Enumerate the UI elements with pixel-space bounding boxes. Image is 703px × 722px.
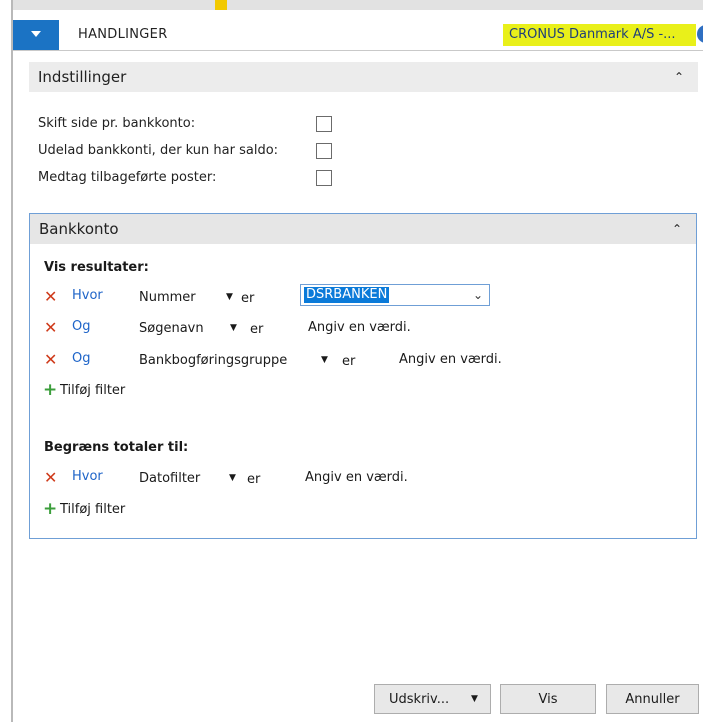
help-icon[interactable]: ? bbox=[697, 25, 703, 43]
filter-keyword[interactable]: Og bbox=[72, 351, 90, 366]
bank-account-section: Bankkonto ⌃ Vis resultater: ✕ Hvor Numme… bbox=[29, 213, 697, 539]
filter-value-text[interactable]: DSRBANKEN bbox=[304, 287, 390, 303]
caret-down-icon[interactable]: ▼ bbox=[230, 323, 237, 333]
caret-down-icon[interactable]: ▼ bbox=[229, 473, 236, 483]
filter-field[interactable]: Bankbogføringsgruppe bbox=[139, 353, 287, 368]
window-top-accent bbox=[215, 0, 227, 10]
print-button[interactable]: Udskriv... ▼ bbox=[374, 684, 491, 714]
filter-keyword[interactable]: Hvor bbox=[72, 288, 103, 303]
checkbox-exclude-balance-only[interactable] bbox=[316, 143, 332, 159]
window-top-bar bbox=[0, 0, 703, 10]
actions-tab[interactable]: HANDLINGER bbox=[78, 27, 168, 42]
show-button[interactable]: Vis bbox=[500, 684, 596, 714]
filter-operator: er bbox=[250, 322, 264, 337]
add-filter-link[interactable]: Tilføj filter bbox=[60, 383, 125, 398]
bank-section-header[interactable]: Bankkonto ⌃ bbox=[30, 214, 696, 244]
filter-value-input[interactable]: DSRBANKEN ⌄ bbox=[300, 284, 490, 306]
cancel-button[interactable]: Annuller bbox=[606, 684, 699, 714]
results-heading: Vis resultater: bbox=[44, 260, 149, 275]
filter-value-placeholder[interactable]: Angiv en værdi. bbox=[308, 320, 411, 335]
add-filter-icon[interactable]: + bbox=[43, 382, 57, 399]
ribbon-menu-button[interactable] bbox=[13, 20, 59, 50]
filter-operator: er bbox=[342, 354, 356, 369]
filter-field[interactable]: Nummer bbox=[139, 290, 196, 305]
checkbox-page-per-account[interactable] bbox=[316, 116, 332, 132]
add-filter-link[interactable]: Tilføj filter bbox=[60, 502, 125, 517]
settings-section-header[interactable]: Indstillinger ⌃ bbox=[29, 62, 698, 92]
ribbon: HANDLINGER CRONUS Danmark A/S -... ? bbox=[13, 20, 703, 51]
chevron-down-icon bbox=[31, 31, 41, 37]
option-label-exclude-balance-only: Udelad bankkonti, der kun har saldo: bbox=[38, 143, 279, 158]
checkbox-include-reversed[interactable] bbox=[316, 170, 332, 186]
chevron-up-icon[interactable]: ⌃ bbox=[672, 214, 682, 244]
window-left-edge bbox=[0, 0, 13, 722]
chevron-up-icon[interactable]: ⌃ bbox=[674, 62, 684, 92]
bank-section-title: Bankkonto bbox=[39, 220, 119, 238]
filter-keyword[interactable]: Og bbox=[72, 319, 90, 334]
remove-filter-icon[interactable]: ✕ bbox=[44, 470, 57, 486]
caret-down-icon[interactable]: ▼ bbox=[321, 355, 328, 365]
filter-field[interactable]: Søgenavn bbox=[139, 321, 204, 336]
remove-filter-icon[interactable]: ✕ bbox=[44, 352, 57, 368]
chevron-down-icon[interactable]: ⌄ bbox=[473, 288, 483, 302]
filter-operator: er bbox=[247, 472, 261, 487]
filter-operator: er bbox=[241, 291, 255, 306]
caret-down-icon[interactable]: ▼ bbox=[471, 694, 478, 704]
settings-section-title: Indstillinger bbox=[38, 68, 127, 86]
add-filter-icon[interactable]: + bbox=[43, 501, 57, 518]
filter-keyword[interactable]: Hvor bbox=[72, 469, 103, 484]
option-label-page-per-account: Skift side pr. bankkonto: bbox=[38, 116, 196, 131]
remove-filter-icon[interactable]: ✕ bbox=[44, 320, 57, 336]
filter-value-placeholder[interactable]: Angiv en værdi. bbox=[399, 352, 502, 367]
company-name[interactable]: CRONUS Danmark A/S -... bbox=[503, 24, 696, 46]
remove-filter-icon[interactable]: ✕ bbox=[44, 289, 57, 305]
print-button-label: Udskriv... bbox=[389, 692, 450, 707]
filter-value-placeholder[interactable]: Angiv en værdi. bbox=[305, 470, 408, 485]
totals-heading: Begræns totaler til: bbox=[44, 440, 189, 455]
caret-down-icon[interactable]: ▼ bbox=[226, 292, 233, 302]
option-label-include-reversed: Medtag tilbageførte poster: bbox=[38, 170, 217, 185]
filter-field[interactable]: Datofilter bbox=[139, 471, 200, 486]
